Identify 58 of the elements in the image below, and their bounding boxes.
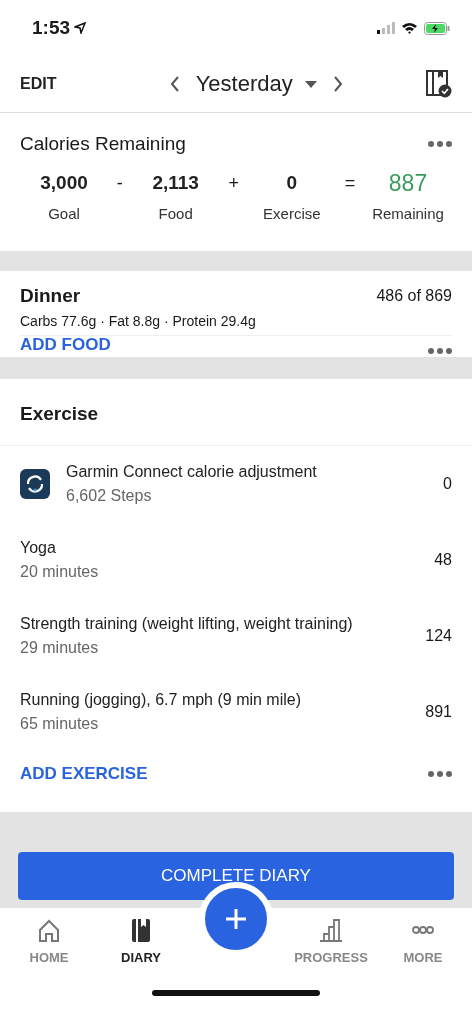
exercise-row[interactable]: Yoga 20 minutes 48 [0, 522, 472, 598]
add-exercise-link[interactable]: ADD EXERCISE [20, 764, 148, 784]
home-icon [37, 918, 61, 942]
exercise-detail: 20 minutes [20, 563, 100, 581]
calorie-label: Food [158, 205, 193, 222]
exercise-name: Running (jogging), 6.7 mph (9 min mile) [20, 691, 302, 709]
exercise-row[interactable]: Running (jogging), 6.7 mph (9 min mile) 65 minutes 891 [0, 674, 472, 750]
more-icon [428, 141, 452, 147]
wifi-icon [401, 22, 418, 34]
chevron-right-icon [332, 76, 343, 92]
more-icon [428, 348, 452, 354]
chevron-left-icon [169, 76, 180, 92]
exercise-row[interactable]: Strength training (weight lifting, weight training) 29 minutes 124 [0, 598, 472, 674]
tab[interactable]: MORE [386, 918, 460, 965]
meal-calories: 486 of 869 [376, 287, 452, 305]
calorie-label: Remaining [372, 205, 444, 222]
exercise-detail: 29 minutes [20, 639, 100, 657]
location-icon [74, 22, 87, 34]
more-icon [428, 771, 452, 777]
operator: - [116, 173, 123, 193]
exercise-name: Garmin Connect calorie adjustment [66, 463, 318, 481]
exercise-detail: 65 minutes [20, 715, 100, 733]
date-selector[interactable]: Yesterday [195, 71, 317, 97]
tab[interactable]: DIARY [104, 918, 178, 965]
exercise-calories: 124 [425, 627, 452, 645]
calorie-label: Exercise [263, 205, 321, 222]
edit-button[interactable]: EDIT [20, 75, 57, 93]
calorie-value: 3,000 [40, 171, 88, 195]
meal-title: Dinner [20, 285, 81, 307]
tab[interactable]: PROGRESS [294, 918, 368, 965]
section-title: Exercise [0, 403, 472, 446]
diary-check-icon [426, 70, 452, 98]
bar-chart-icon [319, 918, 343, 942]
calorie-value: 0 [286, 171, 298, 195]
add-food-link[interactable]: ADD FOOD [20, 336, 111, 354]
exercise-calories: 891 [425, 703, 452, 721]
operator: + [228, 173, 239, 193]
exercise-row[interactable]: Garmin Connect calorie adjustment 6,602 Steps 0 [0, 446, 472, 522]
sync-app-icon [20, 469, 50, 499]
exercise-detail: 6,602 Steps [66, 487, 153, 505]
diary-icon [129, 918, 153, 942]
exercise-calories: 0 [443, 475, 452, 493]
signal-icon [377, 22, 395, 34]
calorie-value: 887 [388, 169, 428, 197]
exercise-name: Yoga [20, 539, 57, 557]
complete-diary-button[interactable]: COMPLETE DIARY [18, 852, 454, 900]
tab[interactable]: HOME [12, 918, 86, 965]
exercise-calories: 48 [434, 551, 452, 569]
exercise-name: Strength training (weight lifting, weight training) [20, 615, 354, 633]
calorie-label: Goal [48, 205, 80, 222]
calorie-value: 2,113 [152, 171, 199, 195]
status-time: 1:53 [32, 17, 71, 39]
caret-icon [304, 80, 317, 88]
macros-text: Carbs 77.6g · Fat 8.8g · Protein 29.4g [20, 313, 257, 329]
card-title: Calories Remaining [20, 133, 186, 155]
operator: = [344, 173, 356, 193]
plus-icon [225, 908, 247, 930]
battery-icon [424, 21, 450, 35]
